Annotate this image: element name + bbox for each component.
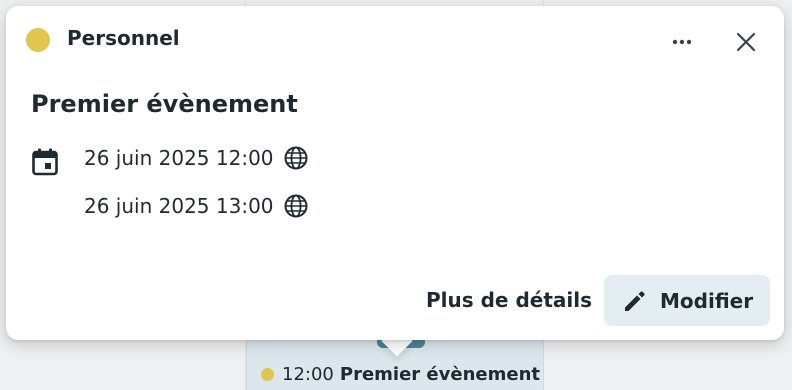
calendar-event-summary: 12:00 Premier évènement xyxy=(261,364,540,385)
close-button[interactable] xyxy=(728,26,764,62)
event-end-row: 26 juin 2025 13:00 xyxy=(84,194,308,218)
event-start-datetime: 26 juin 2025 12:00 xyxy=(84,146,274,170)
more-options-button[interactable] xyxy=(664,26,700,62)
edit-button[interactable]: Modifier xyxy=(604,275,770,326)
calendar-color-dot xyxy=(261,368,274,381)
calendar-event-icon xyxy=(32,148,58,180)
edit-button-label: Modifier xyxy=(660,288,754,313)
event-title: Premier évènement xyxy=(31,90,298,118)
close-icon xyxy=(735,31,757,57)
pencil-icon xyxy=(622,288,648,314)
event-time: 12:00 xyxy=(282,364,334,385)
event-title: Premier évènement xyxy=(339,364,540,385)
event-popover: Personnel Premier évènement 26 juin 2025… xyxy=(6,6,784,340)
calendar-color-dot xyxy=(26,28,50,52)
globe-icon[interactable] xyxy=(284,194,308,218)
more-horizontal-icon xyxy=(670,30,694,58)
event-start-row: 26 juin 2025 12:00 xyxy=(84,146,308,170)
calendar-name: Personnel xyxy=(67,26,180,50)
globe-icon[interactable] xyxy=(284,146,308,170)
more-details-button[interactable]: Plus de détails xyxy=(408,274,610,326)
event-end-datetime: 26 juin 2025 13:00 xyxy=(84,194,274,218)
